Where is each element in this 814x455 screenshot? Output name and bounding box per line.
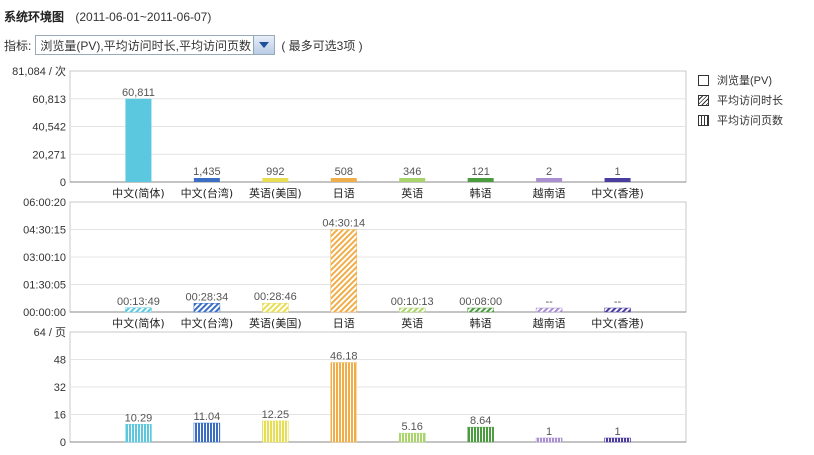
- y-tick-label: 48: [54, 355, 66, 367]
- data-label: 346: [403, 166, 421, 178]
- category-label: 英语(美国): [249, 316, 302, 330]
- y-tick-label: 04:30:15: [23, 225, 66, 237]
- bar: [536, 178, 563, 182]
- bar: [604, 437, 631, 443]
- data-label: 992: [266, 166, 284, 178]
- bar: [535, 437, 563, 443]
- y-tick-label: 40,542: [32, 122, 66, 134]
- data-label: 00:10:13: [391, 296, 434, 308]
- bar: [330, 362, 358, 443]
- category-label: 越南语: [533, 186, 566, 200]
- data-label: 1: [546, 426, 552, 438]
- category-label: 中文(简体): [112, 316, 165, 330]
- y-tick-label: 00:00:00: [23, 307, 66, 319]
- bar: [398, 307, 426, 313]
- bar: [467, 426, 494, 443]
- bar: [604, 307, 631, 313]
- category-label: 中文(简体): [112, 186, 165, 200]
- bar: [330, 229, 358, 313]
- bar: [193, 178, 220, 182]
- category-label: 日语: [333, 317, 355, 330]
- bar: [262, 420, 289, 443]
- bar: [399, 178, 426, 182]
- bar: [193, 303, 221, 313]
- y-tick-label: 0: [60, 177, 66, 189]
- data-label: 2: [546, 166, 552, 178]
- bar: [604, 178, 631, 182]
- category-label: 韩语: [470, 186, 492, 200]
- category-label: 韩语: [470, 316, 492, 330]
- bar: [467, 307, 494, 313]
- data-label: 1: [614, 426, 620, 438]
- y-tick-label: 64 / 页: [34, 327, 66, 339]
- chart-panel: 0 20,271 40,542 60,813 81,084 / 次 60,811 中文(简体…: [12, 64, 687, 200]
- y-tick-label: 0: [60, 437, 66, 449]
- bar: [125, 307, 152, 313]
- bar: [262, 302, 289, 313]
- y-tick-label: 06:00:20: [23, 197, 66, 209]
- data-label: 00:28:46: [254, 291, 297, 303]
- data-label: 00:13:49: [117, 296, 160, 308]
- category-label: 日语: [333, 187, 355, 200]
- y-tick-label: 01:30:05: [23, 280, 66, 292]
- data-label: 00:08:00: [459, 296, 502, 308]
- category-label: 中文(香港): [591, 186, 644, 200]
- bar: [125, 424, 152, 443]
- y-tick-label: 03:00:10: [23, 252, 66, 264]
- category-label: 英语: [401, 186, 423, 200]
- category-label: 越南语: [533, 316, 566, 330]
- data-label: 00:28:34: [185, 291, 228, 303]
- y-tick-label: 60,813: [32, 94, 66, 106]
- bar: [125, 98, 152, 182]
- category-label: 英语: [401, 316, 423, 330]
- data-label: 1: [614, 166, 620, 178]
- bar: [193, 422, 221, 443]
- category-label: 中文(台湾): [181, 186, 234, 200]
- category-label: 中文(香港): [591, 316, 644, 330]
- data-label: --: [545, 296, 553, 308]
- data-label: --: [614, 296, 622, 308]
- bar: [398, 432, 426, 443]
- data-label: 1,435: [193, 166, 221, 178]
- data-label: 11.04: [194, 411, 221, 423]
- y-tick-label: 16: [54, 410, 66, 422]
- data-label: 8.64: [470, 415, 491, 427]
- data-label: 60,811: [122, 87, 155, 99]
- y-tick-label: 81,084 / 次: [12, 64, 66, 78]
- data-label: 10.29: [125, 412, 153, 424]
- bar: [535, 307, 563, 313]
- bar-charts: 0 20,271 40,542 60,813 81,084 / 次 60,811 中文(简体…: [12, 64, 687, 449]
- chart-panel: 00:00:00 01:30:05 03:00:10 04:30:15 06:00:20…: [23, 197, 687, 330]
- bar: [262, 178, 289, 182]
- y-tick-label: 32: [54, 382, 66, 394]
- category-label: 英语(美国): [249, 186, 302, 200]
- bar: [467, 178, 494, 182]
- bar: [330, 178, 357, 182]
- data-label: 12.25: [262, 409, 290, 421]
- chart-panel: 0 16 32 48 64 / 页 10.29 11.04 12.25 46.18 5.16 8.6…: [34, 327, 687, 449]
- y-tick-label: 20,271: [32, 149, 66, 161]
- data-label: 04:30:14: [322, 218, 365, 230]
- data-label: 508: [335, 166, 353, 178]
- data-label: 46.18: [330, 351, 358, 363]
- data-label: 5.16: [402, 421, 423, 433]
- category-label: 中文(台湾): [181, 316, 234, 330]
- data-label: 121: [471, 166, 489, 178]
